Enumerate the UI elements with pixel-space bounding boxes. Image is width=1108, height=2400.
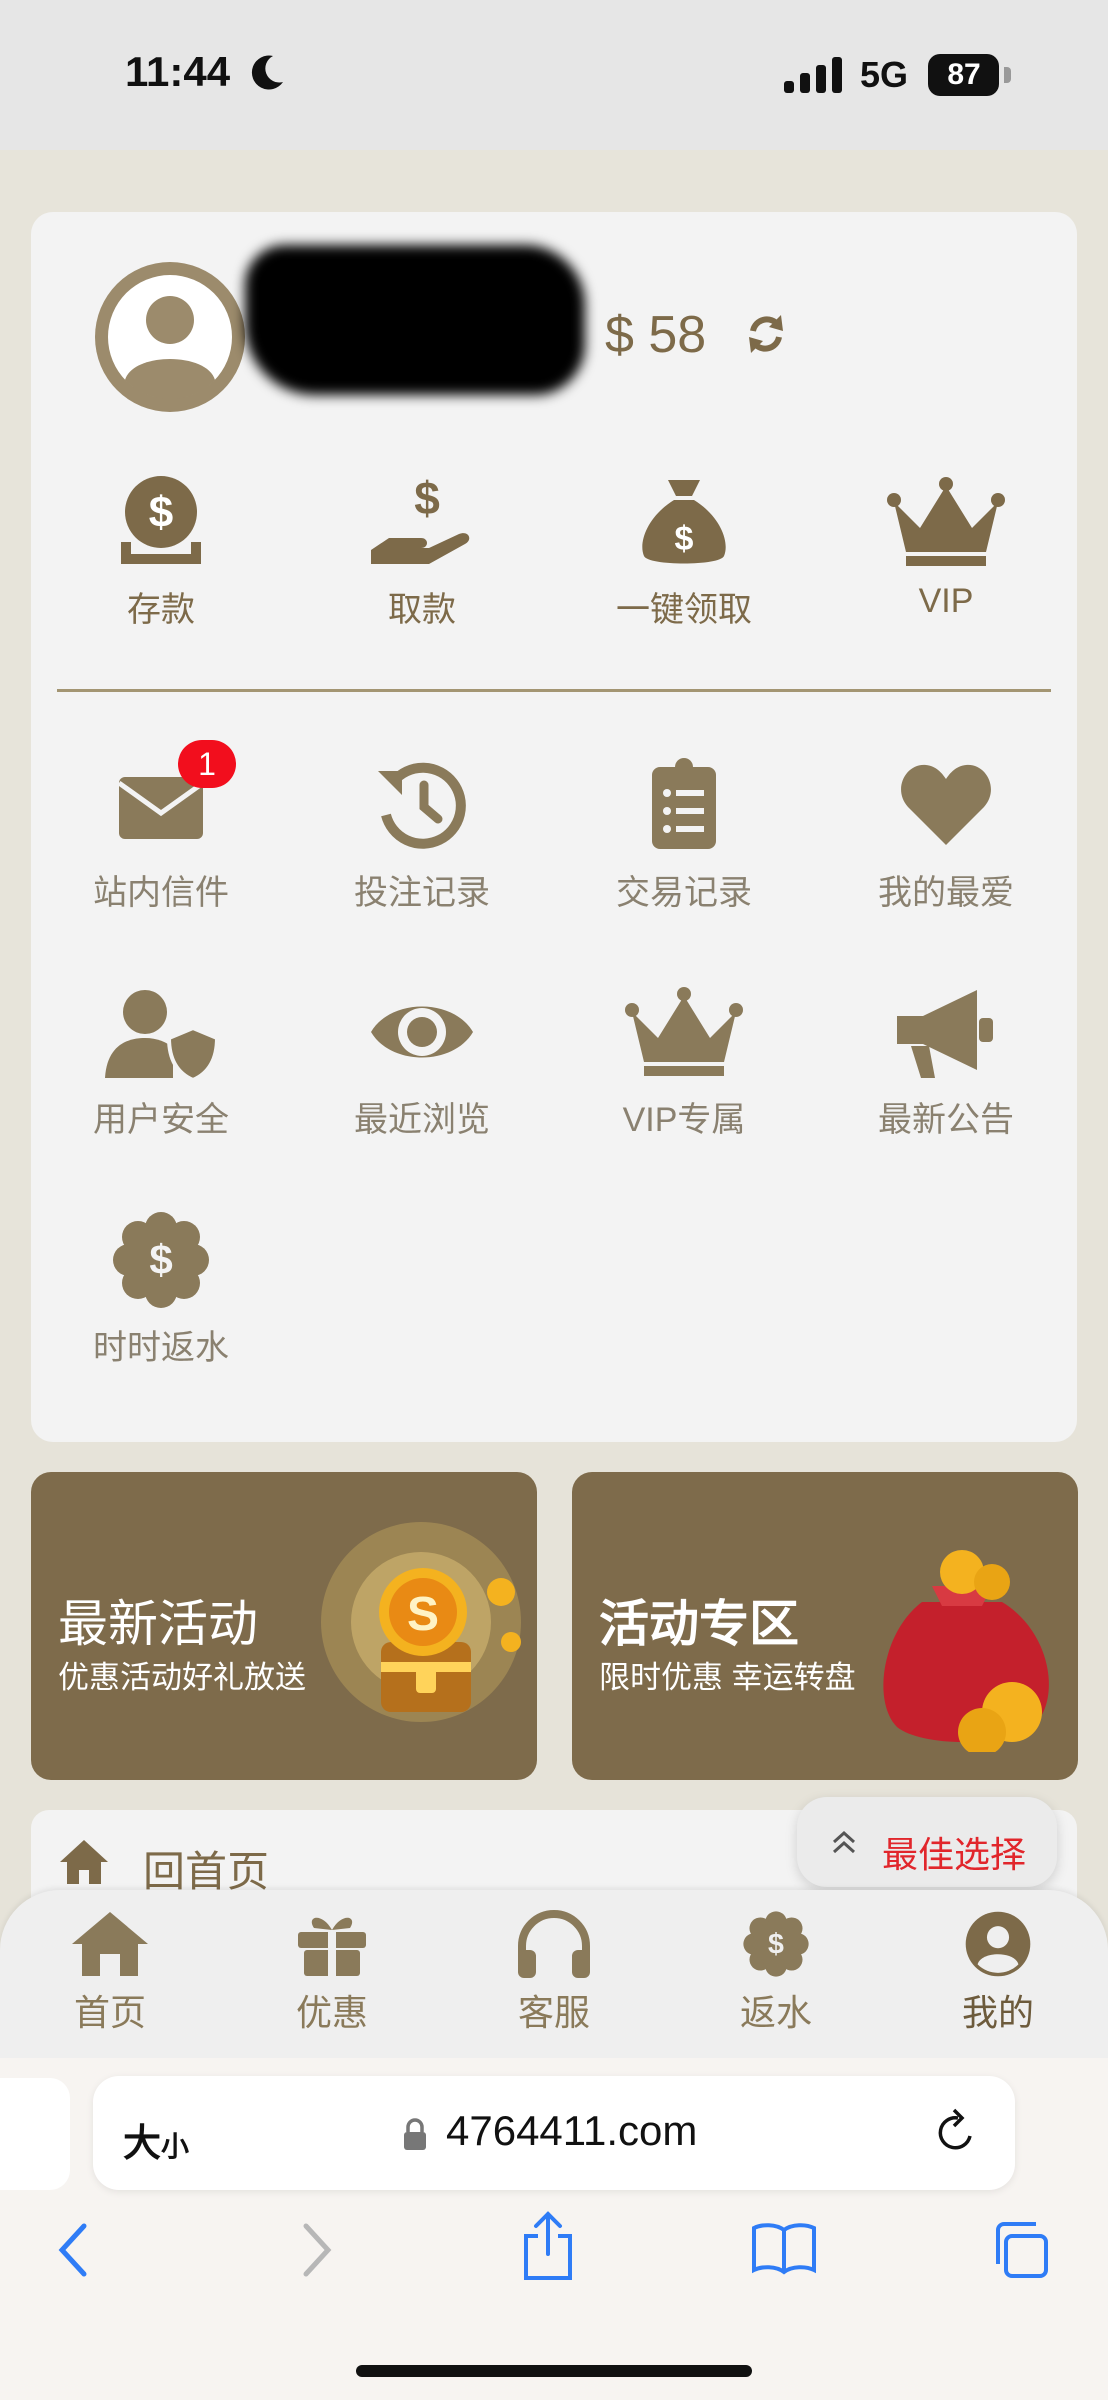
- svg-text:$: $: [768, 1929, 784, 1961]
- clipboard-list-icon: [652, 758, 716, 849]
- share-icon[interactable]: [520, 2210, 576, 2282]
- battery-icon: 87: [928, 54, 1012, 96]
- nav-mine[interactable]: 我的: [933, 1910, 1063, 2036]
- previous-tab-preview[interactable]: [0, 2078, 70, 2190]
- divider: [57, 689, 1051, 692]
- lock-icon: [404, 2118, 426, 2150]
- best-choice-label[interactable]: 最佳选择: [882, 1826, 1026, 1878]
- menu-label-messages: 站内信件: [93, 874, 229, 912]
- menu-item-favorites[interactable]: 我的最爱: [846, 755, 1046, 914]
- menu-label-favorites: 我的最爱: [878, 874, 1014, 912]
- claim-all-label: 一键领取: [616, 591, 752, 629]
- text-size-small: 小: [161, 2131, 190, 2162]
- megaphone-icon: [897, 990, 993, 1078]
- home-indicator: [356, 2365, 752, 2377]
- withdraw-button[interactable]: $ 取款: [322, 472, 522, 631]
- chevron-up-icon: [832, 1830, 856, 1854]
- menu-label-transactions: 交易记录: [616, 874, 752, 912]
- user-circle-icon: [965, 1911, 1031, 1977]
- signal-icon: [784, 57, 842, 93]
- unread-badge: 1: [178, 740, 236, 788]
- user-shield-icon: [105, 990, 220, 1082]
- url-text[interactable]: 4764411.com: [446, 2107, 697, 2155]
- tabs-icon[interactable]: [990, 2220, 1050, 2280]
- home-icon: [60, 1840, 108, 1884]
- text-size-button[interactable]: 大小: [123, 2112, 189, 2167]
- svg-text:$: $: [675, 520, 694, 558]
- forward-icon[interactable]: [296, 2220, 336, 2280]
- menu-item-recent[interactable]: 最近浏览: [322, 982, 522, 1141]
- crown-icon: [625, 987, 743, 1076]
- menu-item-vip-exclusive[interactable]: VIP专属: [584, 982, 784, 1141]
- bookmarks-icon[interactable]: [750, 2220, 818, 2276]
- deposit-button[interactable]: $ 存款: [61, 472, 261, 631]
- menu-item-transactions[interactable]: 交易记录: [584, 755, 784, 914]
- menu-label-vip-exclusive: VIP专属: [622, 1101, 746, 1139]
- withdraw-icon: $: [371, 472, 470, 564]
- menu-label-user-security: 用户安全: [93, 1101, 229, 1139]
- nav-promotions[interactable]: 优惠: [267, 1910, 397, 2036]
- banner-subtitle: 限时优惠 幸运转盘: [599, 1660, 856, 1695]
- heart-icon: [901, 764, 991, 845]
- gift-icon: [298, 1917, 366, 1976]
- svg-text:$: $: [414, 472, 440, 524]
- menu-item-announcements[interactable]: 最新公告: [846, 982, 1046, 1141]
- nav-promotions-label: 优惠: [295, 1992, 368, 2033]
- deposit-icon: $: [121, 476, 201, 564]
- refresh-icon[interactable]: [745, 313, 787, 355]
- crown-icon: [887, 477, 1005, 566]
- nav-support-label: 客服: [517, 1992, 590, 2033]
- claim-all-button[interactable]: $ 一键领取: [584, 472, 784, 631]
- nav-home[interactable]: 首页: [45, 1910, 175, 2036]
- svg-text:$: $: [149, 488, 173, 537]
- eye-icon: [371, 1006, 473, 1058]
- nav-rebate[interactable]: $ 返水: [711, 1910, 841, 2036]
- banner-activity-zone[interactable]: 活动专区 限时优惠 幸运转盘: [572, 1472, 1078, 1780]
- balance-amount: $ 58: [605, 306, 707, 364]
- history-icon: [378, 762, 466, 849]
- svg-text:S: S: [407, 1588, 439, 1641]
- nav-mine-label: 我的: [961, 1992, 1034, 2033]
- menu-label-rebate: 时时返水: [93, 1329, 229, 1367]
- headphones-icon: [518, 1910, 590, 1978]
- rebate-icon: $: [113, 1212, 209, 1308]
- nav-rebate-label: 返水: [739, 1992, 812, 2033]
- vip-button[interactable]: VIP: [846, 472, 1046, 621]
- red-coin-bag-image: [883, 1550, 1049, 1752]
- money-bag-icon: $: [642, 480, 726, 564]
- menu-item-messages[interactable]: 站内信件: [61, 755, 261, 914]
- home-icon: [72, 1912, 148, 1976]
- banner-title: 最新活动: [58, 1596, 258, 1652]
- reload-icon[interactable]: [932, 2106, 980, 2158]
- menu-label-recent: 最近浏览: [354, 1101, 490, 1139]
- text-size-large: 大: [123, 2123, 162, 2165]
- banner-title: 活动专区: [599, 1596, 799, 1652]
- vip-label: VIP: [918, 582, 974, 620]
- banner-subtitle: 优惠活动好礼放送: [58, 1660, 306, 1695]
- avatar[interactable]: [95, 262, 245, 412]
- nav-home-label: 首页: [73, 1992, 146, 2033]
- status-time: 11:44: [125, 48, 231, 95]
- moon-icon: [251, 55, 283, 90]
- menu-label-bet-history: 投注记录: [354, 874, 490, 912]
- menu-item-rebate[interactable]: $ 时时返水: [61, 1210, 261, 1369]
- rebate-icon: $: [743, 1911, 809, 1977]
- network-type: 5G: [860, 54, 909, 95]
- menu-label-announcements: 最新公告: [878, 1101, 1014, 1139]
- menu-item-user-security[interactable]: 用户安全: [61, 982, 261, 1141]
- deposit-label: 存款: [127, 591, 195, 629]
- treasure-chest-coin-image: S: [321, 1522, 521, 1722]
- battery-percent: 87: [947, 58, 981, 91]
- svg-text:$: $: [149, 1236, 172, 1283]
- nav-support[interactable]: 客服: [489, 1910, 619, 2036]
- banner-latest-activity[interactable]: 最新活动 优惠活动好礼放送 S: [31, 1472, 537, 1780]
- withdraw-label: 取款: [388, 591, 456, 629]
- back-icon[interactable]: [54, 2220, 94, 2280]
- username-redacted: [245, 245, 585, 395]
- menu-item-bet-history[interactable]: 投注记录: [322, 755, 522, 914]
